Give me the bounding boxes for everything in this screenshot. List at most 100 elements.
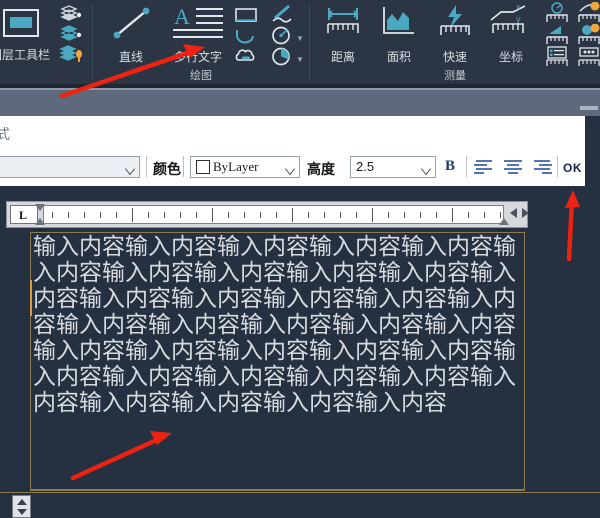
ruler-left-arrow-icon[interactable] [510,208,517,218]
ruler-minor-tick [228,212,229,218]
revcloud-icon [235,49,255,61]
ruler-track[interactable] [43,205,504,224]
polyline-edit-icon [272,4,292,23]
mtext-icon: A [173,4,223,38]
text-editor-style-row: 式 [0,116,585,149]
ruler-minor-tick [420,212,421,218]
measure-area-icon [383,7,414,34]
ruler-minor-tick [276,212,277,218]
rectangle-icon [235,8,257,22]
line-button[interactable]: 直线 [101,2,161,64]
font-family-select[interactable]: 体 [0,156,140,178]
first-line-indent-marker[interactable] [35,204,45,211]
color-swatch [196,160,210,174]
ruler-right-arrow-icon[interactable] [522,208,529,218]
ruler-minor-tick [100,212,101,218]
measure-angle-icon [546,26,568,44]
mtext-grip-updown[interactable] [12,495,31,518]
mtext-button[interactable]: A 多行文字 [159,2,237,64]
ok-button[interactable]: OK [563,161,582,175]
right-indent-marker[interactable] [499,218,509,225]
color-label: 颜色 [153,162,181,178]
ribbon-scroll-band[interactable] [0,88,600,116]
ellipse-icon [272,47,290,66]
mtext-line: 容输入内容输入内容输入内容输入内容输入内容 [33,312,516,338]
measure-coordinate-button[interactable]: x y 坐标 [484,2,538,64]
left-indent-marker[interactable] [35,218,45,225]
plotter-icon [3,9,39,37]
measure-distance-label: 距离 [330,50,355,64]
measure-coordinate-icon: x y [490,2,526,33]
align-right-button[interactable] [532,160,552,174]
ruler-minor-tick [68,212,69,218]
mtext-content[interactable]: 输入内容输入内容输入内容输入内容输入内容输 入内容输入内容输入内容输入内容输入内容… [33,234,525,416]
measure-baseline-icon [578,1,600,22]
text-color-dropdown-arrow[interactable] [281,157,299,177]
measure-area-button[interactable]: 面积 [372,2,426,64]
app-window: 图层工具栏 [0,0,600,518]
line-label: 直线 [118,50,143,64]
ruler-minor-tick [244,212,245,218]
measure-continue-icon [578,47,600,66]
mtext-line: 输入内容输入内容输入内容输入内容输入内容输 [33,234,516,260]
measure-quick-icon [440,5,470,35]
measure-quick-button[interactable]: 快速 [428,2,482,64]
ruler-minor-tick [484,212,485,218]
measure-area-label: 面积 [386,50,411,64]
ruler-major-tick [452,208,453,222]
circle-dropdown-caret[interactable]: ▼ [296,35,304,43]
panel-title-layers [0,68,92,84]
align-left-button[interactable] [474,160,494,174]
layers-isolate-icon [60,5,82,21]
ellipse-dropdown-caret[interactable]: ▼ [296,56,304,64]
ruler[interactable]: L [6,201,529,228]
ruler-minor-tick [324,212,325,218]
ribbon: 图层工具栏 [0,0,600,84]
tab-stop-button[interactable]: L [10,205,38,224]
svg-text:x: x [516,2,521,12]
layers-lock-icon [59,45,82,62]
ruler-minor-tick [260,212,261,218]
measure-quick-label: 快速 [442,50,467,64]
mtext-line: 内容输入内容输入内容输入内容输入内容输入内 [33,286,516,312]
measure-distance-button[interactable]: 距离 [316,2,370,64]
ruler-minor-tick [388,212,389,218]
layers-freeze-icon [60,25,82,41]
mtext-line: 入内容输入内容输入内容输入内容输入内容输入 [33,260,516,286]
text-height-select[interactable]: 2.5 [350,156,436,178]
font-family-dropdown-arrow[interactable] [121,157,139,177]
ruler-minor-tick [308,212,309,218]
ruler-major-tick [212,208,213,222]
ribbon-band-highlight [0,88,600,90]
align-center-button[interactable] [503,160,523,174]
layer-lock-button[interactable] [58,42,88,69]
svg-text:A: A [174,4,190,29]
layer-toolbar-label: 图层工具栏 [0,48,50,62]
ruler-minor-tick [148,212,149,218]
mtext-line: 输入内容输入内容输入内容输入内容输入内容输 [33,338,516,364]
ruler-minor-tick [436,212,437,218]
ribbon-band-notch[interactable] [580,106,598,110]
ruler-major-tick [292,208,293,222]
measure-coordinate-label: 坐标 [498,50,523,64]
text-color-select[interactable]: ByLayer [190,156,300,178]
bold-button[interactable]: B [445,158,455,175]
panel-title-draw: 绘图 [190,70,212,82]
layer-toolbar-button[interactable]: 图层工具栏 [0,4,58,62]
text-editor-toolbar: 式 体 颜色 ByLayer 高度 2.5 B [0,116,585,186]
divider-3 [466,156,467,177]
panel-title-measure: 测量 [444,70,466,82]
ruler-minor-tick [356,212,357,218]
ruler-minor-tick [404,212,405,218]
text-height-dropdown-arrow[interactable] [417,157,435,177]
line-icon [113,7,150,39]
ruler-minor-tick [84,212,85,218]
ruler-minor-tick [468,212,469,218]
ruler-minor-tick [52,212,53,218]
mtext-label: 多行文字 [173,50,222,64]
ruler-minor-tick [116,212,117,218]
measure-radius-icon [546,2,568,22]
ribbon-panel-layers: 图层工具栏 [0,0,92,84]
ruler-scroll-arrows[interactable] [510,208,534,221]
svg-text:y: y [516,14,521,24]
